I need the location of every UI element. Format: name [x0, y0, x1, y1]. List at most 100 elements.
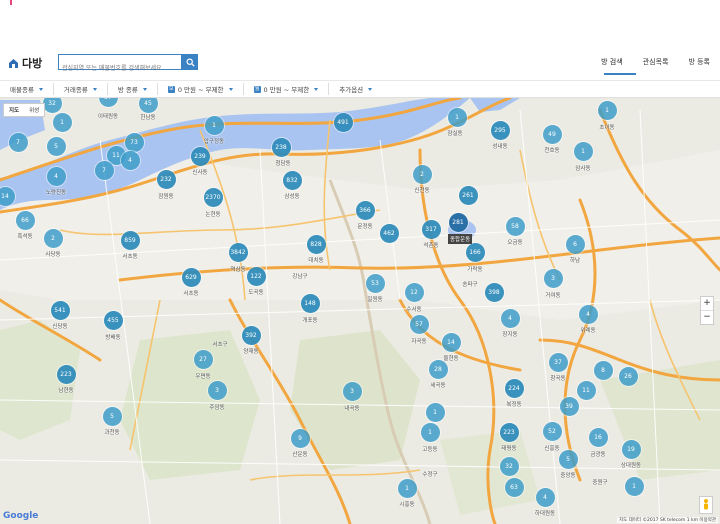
listing-cluster-marker[interactable]: 4	[578, 304, 598, 324]
listing-cluster-marker[interactable]: 7	[8, 132, 28, 152]
map-type-satellite-button[interactable]: 위성	[24, 104, 44, 116]
brand-logo[interactable]: 다방	[8, 55, 42, 71]
listing-cluster-marker[interactable]: 281	[448, 212, 468, 232]
filter-property-type[interactable]: 매물종류	[0, 83, 54, 95]
listing-cluster-marker[interactable]: 317	[421, 219, 441, 239]
listing-cluster-marker[interactable]: 462	[379, 223, 399, 243]
listing-cluster-marker[interactable]: 3	[543, 268, 563, 288]
listing-cluster-marker[interactable]: 2370	[203, 187, 223, 207]
listing-cluster-marker[interactable]: 3	[342, 381, 362, 401]
listing-cluster-marker[interactable]: 37	[548, 352, 568, 372]
listing-cluster-marker[interactable]: 832	[282, 170, 302, 190]
listing-cluster-marker[interactable]: 73	[124, 132, 144, 152]
listing-cluster-marker[interactable]: 32	[499, 456, 519, 476]
filter-label: 0 만원 ~ 무제한	[177, 86, 224, 94]
map-place-label: 고등동	[422, 447, 438, 453]
listing-cluster-marker[interactable]: 28	[428, 359, 448, 379]
listing-cluster-marker[interactable]: 1	[597, 100, 617, 120]
filter-extra-options[interactable]: 추가옵션	[329, 83, 382, 95]
nav-favorites[interactable]: 관심목록	[633, 57, 679, 67]
listing-cluster-marker[interactable]: 5	[102, 406, 122, 426]
listing-cluster-marker[interactable]: 1	[397, 478, 417, 498]
listing-cluster-marker[interactable]: 4	[46, 166, 66, 186]
listing-cluster-marker[interactable]: 63	[504, 477, 524, 497]
listing-cluster-marker[interactable]: 19	[621, 439, 641, 459]
listing-cluster-marker[interactable]: 238	[271, 137, 291, 157]
listing-cluster-marker[interactable]: 4	[500, 308, 520, 328]
listing-cluster-marker[interactable]: 1	[204, 115, 224, 135]
listing-cluster-marker[interactable]: 52	[542, 421, 562, 441]
listing-cluster-marker[interactable]: 223	[499, 422, 519, 442]
listing-cluster-marker[interactable]: 3842	[228, 242, 248, 262]
listing-cluster-marker[interactable]: 7	[94, 160, 114, 180]
listing-cluster-marker[interactable]: 261	[458, 185, 478, 205]
listing-cluster-marker[interactable]: 392	[241, 325, 261, 345]
listing-cluster-marker[interactable]: 32	[42, 98, 62, 113]
listing-cluster-marker[interactable]: 9	[290, 428, 310, 448]
listing-cluster-marker[interactable]: 16	[588, 427, 608, 447]
listing-cluster-marker[interactable]: 2	[43, 228, 63, 248]
listing-cluster-marker[interactable]: 366	[355, 200, 375, 220]
listing-cluster-marker[interactable]: 2	[412, 164, 432, 184]
listing-cluster-marker[interactable]: 45	[138, 98, 158, 113]
map-place-label: 수서동	[406, 307, 422, 313]
filter-monthly-rent[interactable]: 월 0 만원 ~ 무제한	[244, 83, 330, 95]
nav-room-search[interactable]: 방 검색	[591, 57, 633, 67]
zoom-out-button[interactable]: −	[701, 311, 713, 324]
map-place-label: 금광동	[590, 452, 606, 458]
listing-cluster-marker[interactable]: 1	[447, 107, 467, 127]
listing-cluster-marker[interactable]: 828	[306, 234, 326, 254]
listing-cluster-marker[interactable]: 14	[0, 186, 15, 206]
listing-cluster-marker[interactable]: 1	[425, 402, 445, 422]
filter-deposit[interactable]: 보 0 만원 ~ 무제한	[158, 83, 244, 95]
listing-cluster-marker[interactable]: 8	[593, 360, 613, 380]
listing-cluster-marker[interactable]: 6	[565, 234, 585, 254]
listing-cluster-marker[interactable]: 49	[542, 124, 562, 144]
listing-cluster-marker[interactable]: 1	[420, 422, 440, 442]
listing-cluster-marker[interactable]: 398	[484, 282, 504, 302]
listing-cluster-marker[interactable]: 224	[504, 378, 524, 398]
search-box[interactable]	[58, 54, 185, 76]
listing-cluster-marker[interactable]: 4	[120, 150, 140, 170]
listing-cluster-marker[interactable]: 39	[559, 396, 579, 416]
listing-cluster-marker[interactable]: 122	[246, 266, 266, 286]
listing-cluster-marker[interactable]: 223	[56, 364, 76, 384]
listing-cluster-marker[interactable]: 1	[573, 141, 593, 161]
listing-cluster-marker[interactable]: 166	[465, 242, 485, 262]
listing-cluster-marker[interactable]: 295	[490, 120, 510, 140]
filter-room-type[interactable]: 방 종류	[108, 83, 158, 95]
listing-cluster-marker[interactable]: 57	[409, 314, 429, 334]
listing-cluster-marker[interactable]: 53	[365, 273, 385, 293]
search-button[interactable]	[182, 54, 198, 70]
filter-deal-type[interactable]: 거래종류	[54, 83, 108, 95]
street-view-pegman-icon[interactable]	[699, 496, 713, 514]
listing-cluster-marker[interactable]: 11	[576, 380, 596, 400]
listing-cluster-marker[interactable]: 26	[618, 366, 638, 386]
listing-cluster-marker[interactable]: 859	[120, 230, 140, 250]
listing-cluster-marker[interactable]: 232	[156, 169, 176, 189]
listing-cluster-marker[interactable]: 14	[441, 332, 461, 352]
listing-cluster-marker[interactable]: 12	[404, 282, 424, 302]
listing-cluster-marker[interactable]: 4	[535, 487, 555, 507]
map-place-label: 방배동	[105, 335, 121, 341]
listing-cluster-marker[interactable]: 5	[558, 449, 578, 469]
listing-cluster-marker[interactable]: 58	[505, 216, 525, 236]
map-type-map-button[interactable]: 지도	[4, 104, 24, 116]
listing-cluster-marker[interactable]: 1	[52, 112, 72, 132]
listing-cluster-marker[interactable]: 5	[46, 136, 66, 156]
listing-cluster-marker[interactable]: 66	[15, 210, 35, 230]
listing-cluster-marker[interactable]: 1	[624, 476, 644, 496]
nav-register-room[interactable]: 방 등록	[678, 57, 720, 67]
listing-cluster-marker[interactable]: 491	[333, 112, 353, 132]
map-view[interactable]: 이태원동 한남동 압구정동 청담동 잠실동 성내동 천호동 초이동 암사동 신사동 삼성동 잠원동 신천…	[0, 98, 720, 524]
search-input[interactable]	[59, 61, 185, 76]
listing-cluster-marker[interactable]: 455	[103, 310, 123, 330]
listing-cluster-marker[interactable]: 148	[300, 293, 320, 313]
listing-cluster-marker[interactable]: 541	[50, 300, 70, 320]
filter-label: 거래종류	[63, 86, 88, 94]
listing-cluster-marker[interactable]: 629	[181, 267, 201, 287]
listing-cluster-marker[interactable]: 239	[190, 146, 210, 166]
listing-cluster-marker[interactable]: 27	[193, 349, 213, 369]
zoom-in-button[interactable]: +	[701, 297, 713, 311]
listing-cluster-marker[interactable]: 3	[207, 380, 227, 400]
